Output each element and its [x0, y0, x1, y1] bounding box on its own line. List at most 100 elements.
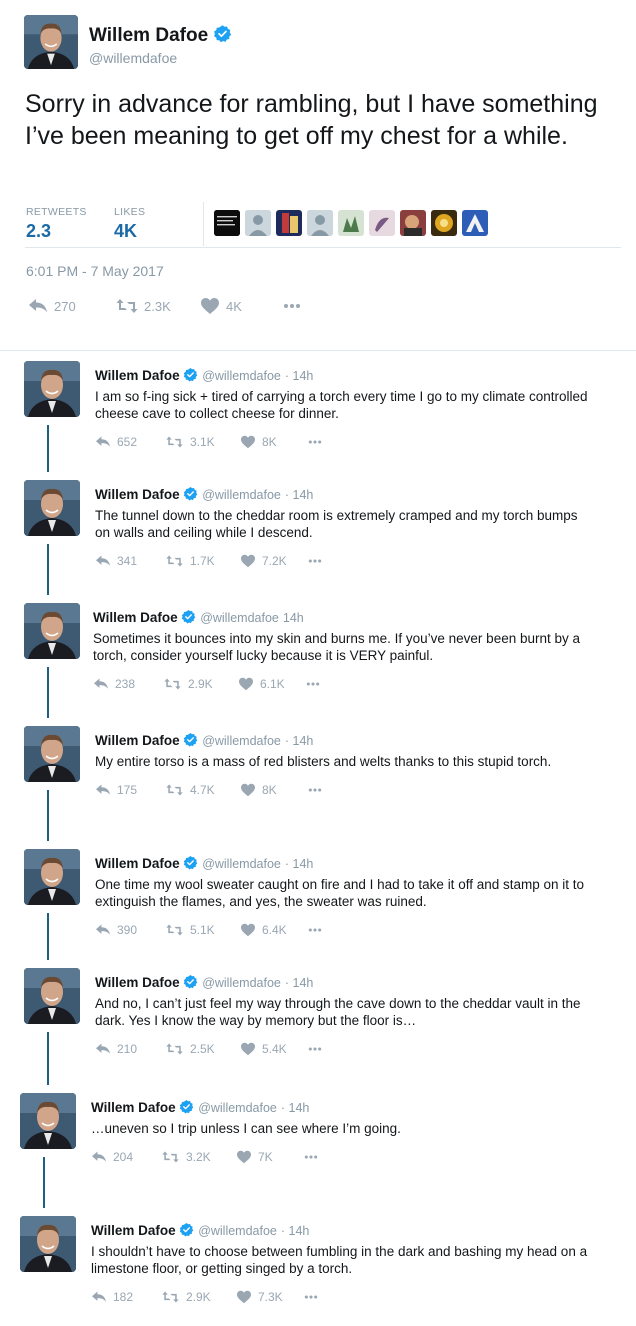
reply-button[interactable]: 238: [93, 677, 135, 691]
main-author-handle[interactable]: @willemdafoe: [89, 50, 177, 66]
reply-author[interactable]: Willem Dafoe @willemdafoe 14h: [93, 609, 304, 625]
retweet-button[interactable]: 5.1K: [165, 923, 215, 937]
more-button[interactable]: [305, 677, 321, 691]
like-count: 7K: [258, 1150, 273, 1164]
reply-avatar[interactable]: [24, 968, 80, 1024]
retweet-button[interactable]: 1.7K: [165, 554, 215, 568]
verified-badge-icon: [183, 486, 198, 501]
retweet-button[interactable]: 3.1K: [165, 435, 215, 449]
more-button[interactable]: [307, 435, 323, 449]
reply-button[interactable]: 182: [91, 1290, 133, 1304]
thread-tweet[interactable]: Willem Dafoe @willemdafoe · 14h The tunnel…: [0, 480, 636, 590]
reply-time: · 14h: [284, 488, 314, 502]
section-divider: [0, 350, 636, 351]
reply-text: …uneven so I trip unless I can see where…: [91, 1121, 401, 1136]
like-count: 8K: [262, 783, 277, 797]
retweet-button[interactable]: 2.9K: [163, 677, 213, 691]
thread-tweet[interactable]: Willem Dafoe @willemdafoe · 14h My entire …: [0, 726, 636, 836]
liker-avatar[interactable]: [245, 210, 271, 236]
heart-icon: [240, 554, 256, 568]
reply-avatar[interactable]: [24, 480, 80, 536]
thread-tweet[interactable]: Willem Dafoe @willemdafoe · 14h I shouldn’…: [0, 1216, 636, 1326]
retweet-button[interactable]: 2.3K: [116, 297, 171, 315]
main-author-name[interactable]: Willem Dafoe: [89, 24, 232, 47]
reply-icon: [91, 1150, 107, 1164]
reply-author[interactable]: Willem Dafoe @willemdafoe · 14h: [95, 974, 313, 990]
like-button[interactable]: 8K: [240, 783, 277, 797]
thread-tweet[interactable]: Willem Dafoe @willemdafoe · 14h And no, I …: [0, 968, 636, 1078]
reply-count: 175: [117, 783, 138, 797]
retweet-button[interactable]: 4.7K: [165, 783, 215, 797]
thread-tweet[interactable]: Willem Dafoe @willemdafoe · 14h I am so f-…: [0, 361, 636, 471]
liker-avatar[interactable]: [214, 210, 240, 236]
reply-avatar[interactable]: [20, 1093, 76, 1149]
retweet-button[interactable]: 2.9K: [161, 1290, 211, 1304]
thread-tweet[interactable]: Willem Dafoe @willemdafoe · 14h …uneven so…: [0, 1093, 636, 1203]
like-button[interactable]: 5.4K: [240, 1042, 287, 1056]
more-button[interactable]: [307, 923, 323, 937]
reply-button[interactable]: 390: [95, 923, 137, 937]
reply-icon: [95, 1042, 111, 1056]
reply-author-name: Willem Dafoe: [93, 610, 178, 625]
reply-icon: [91, 1290, 107, 1304]
retweet-button[interactable]: 3.2K: [161, 1150, 211, 1164]
likes-count[interactable]: 4K: [114, 221, 137, 242]
reply-avatar[interactable]: [24, 603, 80, 659]
liker-avatar[interactable]: [338, 210, 364, 236]
like-button[interactable]: 8K: [240, 435, 277, 449]
reply-avatar[interactable]: [24, 361, 80, 417]
like-button[interactable]: 7.2K: [240, 554, 287, 568]
like-button[interactable]: 7.3K: [236, 1290, 283, 1304]
verified-badge-icon: [183, 974, 198, 989]
verified-badge-icon: [213, 24, 232, 43]
liker-avatar[interactable]: [276, 210, 302, 236]
like-count: 5.4K: [262, 1042, 287, 1056]
reply-author[interactable]: Willem Dafoe @willemdafoe · 14h: [91, 1099, 309, 1115]
reply-avatar[interactable]: [24, 726, 80, 782]
retweet-icon: [161, 1150, 180, 1164]
reply-icon: [28, 297, 48, 315]
thread-tweet[interactable]: Willem Dafoe @willemdafoe · 14h One time m…: [0, 849, 636, 959]
retweet-button[interactable]: 2.5K: [165, 1042, 215, 1056]
like-button[interactable]: 6.1K: [238, 677, 285, 691]
reply-author[interactable]: Willem Dafoe @willemdafoe · 14h: [95, 486, 313, 502]
liker-avatar[interactable]: [307, 210, 333, 236]
reply-button[interactable]: 270: [28, 297, 76, 315]
reply-author[interactable]: Willem Dafoe @willemdafoe · 14h: [95, 855, 313, 871]
more-button[interactable]: [307, 1042, 323, 1056]
main-avatar[interactable]: [24, 15, 78, 69]
reply-author-handle: @willemdafoe: [198, 1224, 277, 1238]
more-button[interactable]: [307, 554, 323, 568]
like-button[interactable]: 4K: [200, 297, 242, 315]
reply-button[interactable]: 204: [91, 1150, 133, 1164]
reply-button[interactable]: 652: [95, 435, 137, 449]
more-button[interactable]: [303, 1150, 319, 1164]
more-dots-icon: [282, 297, 302, 315]
like-button[interactable]: 7K: [236, 1150, 273, 1164]
more-button[interactable]: [307, 783, 323, 797]
liker-avatar[interactable]: [400, 210, 426, 236]
reply-author[interactable]: Willem Dafoe @willemdafoe · 14h: [91, 1222, 309, 1238]
reply-author[interactable]: Willem Dafoe @willemdafoe · 14h: [95, 367, 313, 383]
like-button[interactable]: 6.4K: [240, 923, 287, 937]
reply-avatar[interactable]: [24, 849, 80, 905]
tweet-timestamp[interactable]: 6:01 PM - 7 May 2017: [26, 263, 164, 279]
liker-avatar[interactable]: [431, 210, 457, 236]
liker-avatar[interactable]: [369, 210, 395, 236]
more-button[interactable]: [303, 1290, 319, 1304]
reply-button[interactable]: 341: [95, 554, 137, 568]
reply-text: Sometimes it bounces into my skin and bu…: [93, 631, 581, 663]
retweets-count[interactable]: 2.3: [26, 221, 51, 242]
retweet-icon: [165, 554, 184, 568]
like-count: 8K: [262, 435, 277, 449]
heart-icon: [240, 923, 256, 937]
reply-author[interactable]: Willem Dafoe @willemdafoe · 14h: [95, 732, 313, 748]
heart-icon: [200, 297, 220, 315]
more-button[interactable]: [282, 297, 302, 315]
thread-tweet[interactable]: Willem Dafoe @willemdafoe 14h Sometimes it…: [0, 603, 636, 713]
reply-button[interactable]: 175: [95, 783, 137, 797]
liker-avatar[interactable]: [462, 210, 488, 236]
heart-icon: [240, 1042, 256, 1056]
reply-avatar[interactable]: [20, 1216, 76, 1272]
reply-button[interactable]: 210: [95, 1042, 137, 1056]
